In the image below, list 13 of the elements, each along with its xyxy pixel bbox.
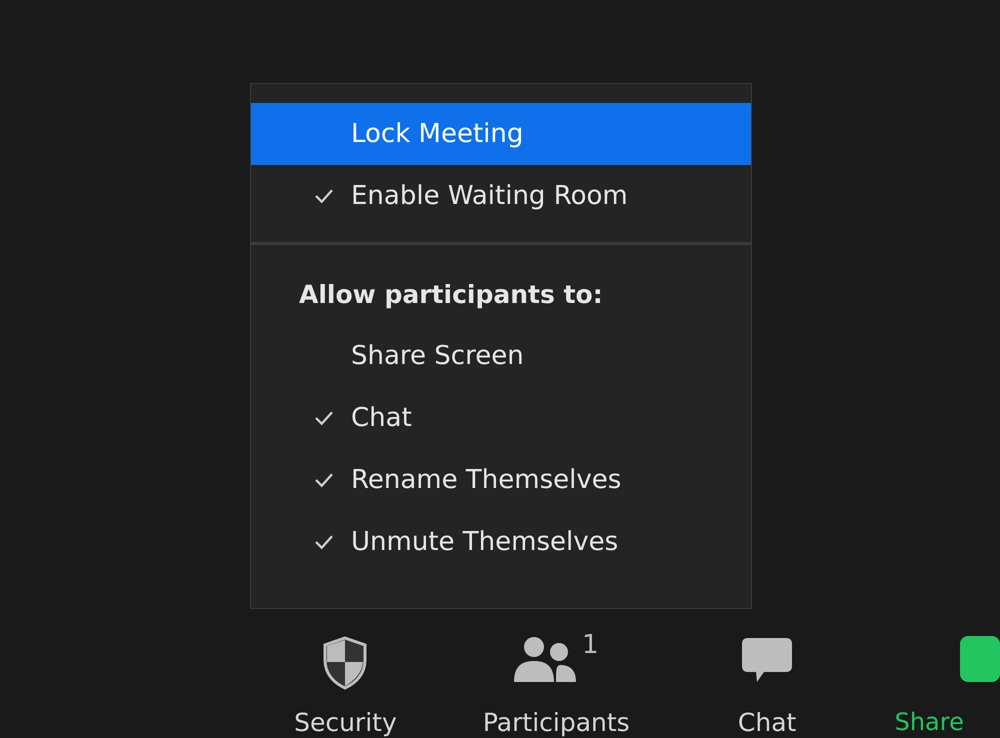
menu-heading: Allow participants to: xyxy=(298,278,604,310)
menu-item[interactable]: Unmute Themselves xyxy=(251,511,751,573)
menu-item[interactable]: Share Screen xyxy=(251,325,751,387)
menu-item[interactable]: Chat xyxy=(251,387,751,449)
shield-icon xyxy=(321,636,370,690)
menu-item[interactable]: Rename Themselves xyxy=(251,449,751,511)
toolbar-button[interactable]: Chat xyxy=(662,636,873,737)
share-icon xyxy=(960,636,1000,682)
menu-item[interactable]: Enable Waiting Room xyxy=(251,165,751,227)
toolbar-button[interactable]: Security xyxy=(240,636,451,737)
toolbar-button[interactable]: Share xyxy=(872,636,1000,737)
people-icon xyxy=(514,636,578,684)
menu-item[interactable]: Lock Meeting xyxy=(251,103,751,165)
